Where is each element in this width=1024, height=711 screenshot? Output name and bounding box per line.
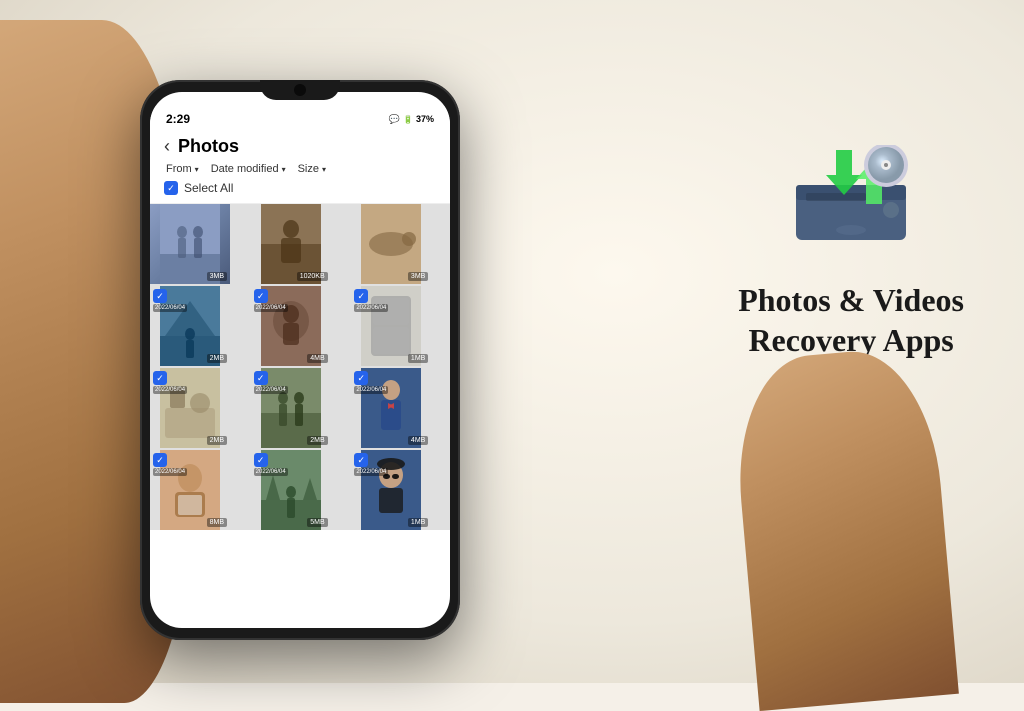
photo-check-5[interactable]: ✓ — [254, 289, 268, 303]
app-header: ‹ Photos From ▾ Date modified ▾ Size ▾ ✓ — [150, 130, 450, 204]
from-filter[interactable]: From ▾ — [166, 163, 199, 175]
photo-check-4[interactable]: ✓ — [153, 289, 167, 303]
battery-icon: 🔋 — [403, 115, 413, 124]
select-all-row: ✓ Select All — [164, 181, 436, 195]
photo-date-4: 2022/06/04 — [153, 304, 187, 312]
photo-check-12[interactable]: ✓ — [354, 453, 368, 467]
page-title: Photos — [178, 136, 239, 157]
photo-cell-9[interactable]: ✓ 2022/06/04 4MB — [351, 368, 431, 448]
photo-cell-4[interactable]: ✓ 2022/06/04 2MB — [150, 286, 230, 366]
date-chevron-icon: ▾ — [282, 165, 286, 174]
photo-size-11: 5MB — [307, 518, 327, 527]
photo-cell-3[interactable]: 3MB — [351, 204, 431, 284]
photo-size-10: 8MB — [207, 518, 227, 527]
photo-cell-10[interactable]: ✓ 2022/06/04 8MB — [150, 450, 230, 530]
photo-cell-5[interactable]: ✓ 2022/06/04 4MB — [251, 286, 331, 366]
photo-cell-7[interactable]: ✓ 2022/06/04 2MB — [150, 368, 230, 448]
phone-notch — [260, 80, 340, 100]
status-icons: 💬 🔋 37% — [389, 114, 434, 125]
hard-disk-icon — [786, 145, 916, 245]
photo-cell-11[interactable]: ✓ 2022/06/04 5MB — [251, 450, 331, 530]
camera-hole — [294, 84, 306, 96]
photo-size-9: 4MB — [408, 436, 428, 445]
phone: 2:29 💬 🔋 37% ‹ Photos From ▾ Date modifi… — [140, 80, 460, 640]
recovery-title: Photos & Videos Recovery Apps — [738, 280, 964, 360]
photo-size-6: 1MB — [408, 354, 428, 363]
photo-cell-2[interactable]: 1020KB — [251, 204, 331, 284]
photo-check-6[interactable]: ✓ — [354, 289, 368, 303]
photo-size-3: 3MB — [408, 272, 428, 281]
photo-check-10[interactable]: ✓ — [153, 453, 167, 467]
whatsapp-icon: 💬 — [389, 114, 400, 125]
select-all-label: Select All — [184, 181, 233, 195]
photo-cell-8[interactable]: ✓ 2022/06/04 2MB — [251, 368, 331, 448]
from-chevron-icon: ▾ — [195, 165, 199, 174]
photo-size-1: 3MB — [207, 272, 227, 281]
filter-row: From ▾ Date modified ▾ Size ▾ — [164, 163, 436, 175]
photo-size-12: 1MB — [408, 518, 428, 527]
photo-cell-1[interactable]: 3MB — [150, 204, 230, 284]
battery-percent: 37% — [416, 114, 434, 124]
right-panel: Photos & Videos Recovery Apps — [738, 130, 964, 360]
back-button[interactable]: ‹ — [164, 136, 170, 157]
photo-cell-12[interactable]: ✓ 2022/06/04 1MB — [351, 450, 431, 530]
photo-size-7: 2MB — [207, 436, 227, 445]
status-bar: 2:29 💬 🔋 37% — [150, 106, 450, 130]
size-chevron-icon: ▾ — [322, 165, 326, 174]
photo-check-7[interactable]: ✓ — [153, 371, 167, 385]
size-filter[interactable]: Size ▾ — [298, 163, 326, 175]
status-time: 2:29 — [166, 112, 190, 126]
select-all-checkbox[interactable]: ✓ — [164, 181, 178, 195]
photo-size-2: 1020KB — [297, 272, 328, 281]
photo-size-8: 2MB — [307, 436, 327, 445]
recovery-icon — [771, 130, 931, 260]
photo-size-4: 2MB — [207, 354, 227, 363]
photo-check-11[interactable]: ✓ — [254, 453, 268, 467]
photo-check-9[interactable]: ✓ — [354, 371, 368, 385]
photo-check-8[interactable]: ✓ — [254, 371, 268, 385]
photo-size-5: 4MB — [307, 354, 327, 363]
date-filter[interactable]: Date modified ▾ — [211, 163, 286, 175]
photo-cell-6[interactable]: ✓ 2022/06/04 1MB — [351, 286, 431, 366]
phone-screen: 2:29 💬 🔋 37% ‹ Photos From ▾ Date modifi… — [150, 92, 450, 628]
